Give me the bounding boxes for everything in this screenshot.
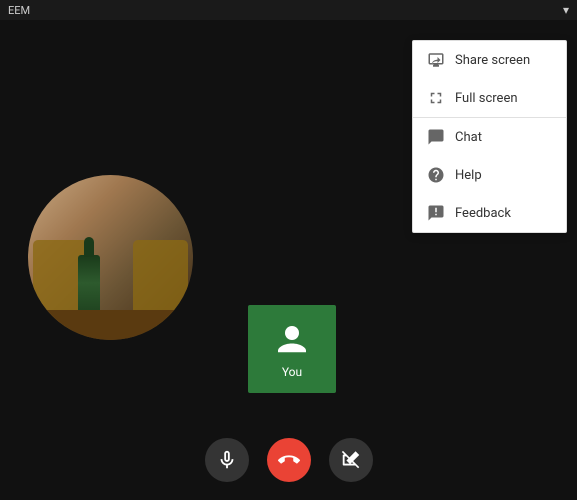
feedback-label: Feedback [455,206,511,221]
menu-item-chat[interactable]: Chat [413,118,566,156]
hangup-button[interactable] [267,438,311,482]
chat-icon [427,128,445,146]
dropdown-menu: Share screen Full screen Chat Help [412,40,567,233]
video-off-button[interactable] [329,438,373,482]
share-screen-icon [427,51,445,69]
local-video [28,175,193,340]
chat-label: Chat [455,130,482,145]
share-screen-label: Share screen [455,53,530,68]
menu-item-feedback[interactable]: Feedback [413,194,566,232]
signal-icon: ▾ [563,3,569,17]
fullscreen-icon [427,89,445,107]
menu-item-help[interactable]: Help [413,156,566,194]
hangup-icon [278,449,300,471]
remote-user-tile: You [248,305,336,393]
table-surface [28,310,193,340]
mic-icon [216,449,238,471]
title-bar: EEM ▾ [0,0,577,20]
remote-user-label: You [282,365,302,379]
help-label: Help [455,168,482,183]
video-off-icon [340,449,362,471]
feedback-icon [427,204,445,222]
app-title: EEM [8,4,30,17]
help-icon [427,166,445,184]
menu-item-full-screen[interactable]: Full screen [413,79,566,117]
person-icon [271,319,313,361]
menu-item-share-screen[interactable]: Share screen [413,41,566,79]
full-screen-label: Full screen [455,91,518,106]
bottom-controls [0,438,577,482]
mic-button[interactable] [205,438,249,482]
